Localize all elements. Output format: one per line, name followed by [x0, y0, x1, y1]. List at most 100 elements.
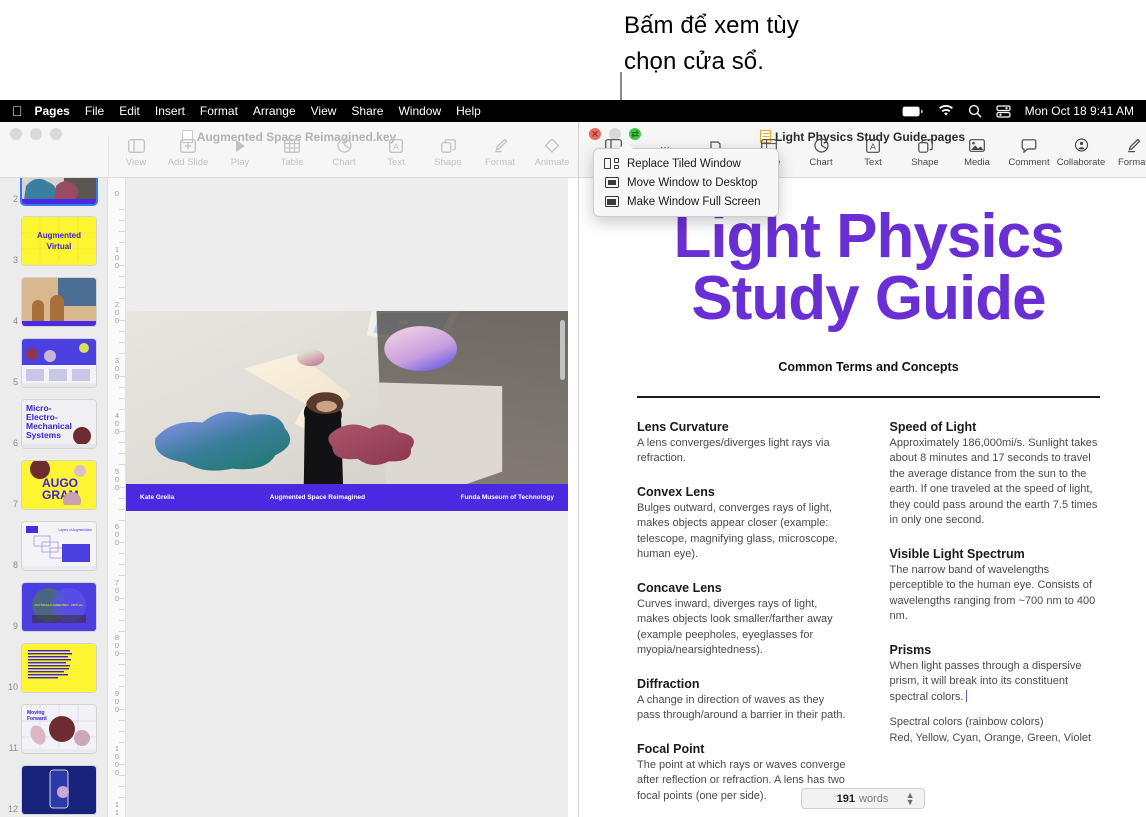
slide-navigator[interactable]: 2 3 Augmented Virtual 4 5 6 Micro- Electro- Mecha…	[0, 178, 108, 817]
slide-number: 6	[12, 438, 18, 448]
shape-icon	[917, 137, 933, 154]
section-body[interactable]: A change in direction of waves as they p…	[637, 693, 848, 724]
section-body[interactable]: Curves inward, diverges rays of light, m…	[637, 597, 848, 659]
stepper-up-down-icon[interactable]: ▲ ▼	[906, 790, 915, 806]
section-body[interactable]: When light passes through a dispersive p…	[890, 659, 1101, 706]
slide-thumbnail[interactable]: Micro- Electro- Mechanical Systems	[22, 400, 96, 448]
svg-text:Virtual: Virtual	[47, 242, 72, 251]
menu-bar-clock[interactable]: Mon Oct 18 9:41 AM	[1025, 104, 1134, 118]
macos-menu-bar:  Pages File Edit Insert Format Arrange …	[0, 100, 1146, 122]
window-options-popup-menu[interactable]: Replace Tiled Window Move Window to Desk…	[593, 148, 779, 217]
slide-thumbnail[interactable]: Layers of Augmentation	[22, 522, 96, 570]
svg-text:VIRTUAL: VIRTUAL	[71, 603, 84, 607]
slide-thumbnail[interactable]: AUGO GRAM	[22, 461, 96, 509]
slide-number: 8	[12, 560, 18, 570]
document-page[interactable]: Light Physics Study Guide Common Terms a…	[579, 178, 1146, 817]
pages-document-body[interactable]: Light Physics Study Guide Common Terms a…	[579, 178, 1146, 817]
slide-thumbnail-row[interactable]: 8 Layers of Augmentation	[0, 522, 107, 570]
slide-thumbnail[interactable]: Moving Forward	[22, 705, 96, 753]
keynote-tool-animate[interactable]: Animate	[526, 137, 578, 168]
ruler-minor-tick	[119, 597, 125, 599]
menu-item-window[interactable]: Window	[398, 104, 441, 118]
document-title: Light Physics Study Guide	[673, 202, 1064, 333]
slide-thumbnail-row[interactable]: 5	[0, 339, 107, 387]
keynote-tool-table[interactable]: Table	[266, 137, 318, 168]
pages-tool-chart[interactable]: Chart	[795, 137, 847, 168]
slide-thumbnail-row[interactable]: 11 Moving Forward	[0, 705, 107, 753]
menu-item-insert[interactable]: Insert	[155, 104, 185, 118]
current-slide[interactable]: Kate Greila Augmented Space Reimagined F…	[126, 311, 568, 511]
menu-item-file[interactable]: File	[85, 104, 104, 118]
play-icon	[234, 137, 247, 154]
slide-thumbnail[interactable]	[22, 644, 96, 692]
word-count-badge[interactable]: 191 words ▲ ▼	[800, 788, 925, 809]
ruler-minor-tick	[119, 519, 125, 521]
section-heading: Visible Light Spectrum	[889, 546, 1025, 561]
slide-thumbnail-row[interactable]: 3 Augmented Virtual	[0, 217, 107, 265]
slide-thumbnail[interactable]	[22, 178, 96, 204]
media-icon	[969, 137, 985, 154]
keynote-tool-add-slide[interactable]: Add Slide	[162, 137, 214, 168]
menu-item-help[interactable]: Help	[456, 104, 481, 118]
pages-tool-shape[interactable]: Shape	[899, 137, 951, 168]
popup-item-replace-tiled-window[interactable]: Replace Tiled Window	[594, 154, 778, 173]
pages-tool-text[interactable]: A Text	[847, 137, 899, 168]
menu-item-format[interactable]: Format	[200, 104, 238, 118]
section-heading: Prisms	[889, 642, 932, 657]
keynote-tool-shape[interactable]: Shape	[422, 137, 474, 168]
ruler-minor-tick	[119, 275, 125, 277]
svg-text:Layers of Augmentation: Layers of Augmentation	[59, 528, 93, 532]
keynote-tool-chart[interactable]: Chart	[318, 137, 370, 168]
keynote-tool-play[interactable]: Play	[214, 137, 266, 168]
spotlight-search-icon[interactable]	[968, 104, 982, 118]
ruler-minor-tick	[119, 486, 125, 488]
menu-item-edit[interactable]: Edit	[119, 104, 140, 118]
control-center-icon[interactable]	[996, 104, 1011, 118]
menu-item-pages[interactable]: Pages	[35, 104, 70, 118]
shape-icon	[440, 137, 456, 154]
ruler-minor-tick	[119, 320, 125, 322]
slide-thumbnail-row[interactable]: 2	[0, 178, 107, 204]
slide-thumbnail-row[interactable]: 4	[0, 278, 107, 326]
pages-tool-format[interactable]: Format	[1107, 137, 1146, 168]
popup-item-make-window-full-screen[interactable]: Make Window Full Screen	[594, 192, 778, 211]
section-body[interactable]: A lens converges/diverges light rays via…	[637, 436, 848, 467]
slide-thumbnail-row[interactable]: 10	[0, 644, 107, 692]
section-body[interactable]: Approximately 186,000mi/s. Sunlight take…	[890, 436, 1101, 529]
keynote-tool-view[interactable]: View	[110, 137, 162, 168]
canvas-vertical-scrollbar[interactable]	[560, 320, 565, 380]
comment-icon	[1021, 137, 1037, 154]
keynote-window: Augmented Space Reimagined.key View Add …	[0, 122, 578, 817]
pages-tool-collaborate[interactable]: Collaborate	[1055, 137, 1107, 168]
svg-text:Augmented: Augmented	[37, 231, 81, 240]
slide-editing-surface[interactable]: Kate Greila Augmented Space Reimagined F…	[126, 178, 568, 817]
wifi-icon[interactable]	[938, 105, 954, 117]
keynote-tool-format[interactable]: Format	[474, 137, 526, 168]
popup-item-move-window-to-desktop[interactable]: Move Window to Desktop	[594, 173, 778, 192]
slide-thumbnail[interactable]	[22, 339, 96, 387]
section-body[interactable]: Bulges outward, converges rays of light,…	[637, 501, 848, 563]
menu-item-view[interactable]: View	[311, 104, 337, 118]
slide-thumbnail[interactable]: Augmented Virtual	[22, 217, 96, 265]
slide-thumbnail[interactable]	[22, 278, 96, 326]
slide-thumbnail-row[interactable]: 12	[0, 766, 107, 814]
svg-text:PHYSICAL: PHYSICAL	[35, 603, 50, 607]
slide-thumbnail-row[interactable]: 6 Micro- Electro- Mechanical Systems	[0, 400, 107, 448]
keynote-tool-text[interactable]: A Text	[370, 137, 422, 168]
pages-tool-media[interactable]: Media	[951, 137, 1003, 168]
ruler-tick-label: 100	[114, 244, 120, 270]
slide-thumbnail-row[interactable]: 7 AUGO GRAM	[0, 461, 107, 509]
slide-thumbnail-row[interactable]: 9 PHYSICAL AUGMENTED VIRTUAL	[0, 583, 107, 631]
battery-icon[interactable]	[902, 106, 924, 117]
table-icon	[284, 137, 300, 154]
slide-thumbnail[interactable]	[22, 766, 96, 814]
ruler-tick-label: 0	[114, 189, 120, 198]
pages-tool-comment[interactable]: Comment	[1003, 137, 1055, 168]
keynote-body: 2 3 Augmented Virtual 4 5 6 Micro- Electro- Mecha…	[0, 178, 578, 817]
slide-thumbnail[interactable]: PHYSICAL AUGMENTED VIRTUAL	[22, 583, 96, 631]
section-body-extra[interactable]: Spectral colors (rainbow colors) Red, Ye…	[890, 715, 1101, 746]
section-body[interactable]: The narrow band of wavelengths perceptib…	[890, 563, 1101, 625]
menu-item-arrange[interactable]: Arrange	[253, 104, 296, 118]
apple-logo-icon[interactable]: 	[12, 104, 23, 118]
menu-item-share[interactable]: Share	[351, 104, 383, 118]
